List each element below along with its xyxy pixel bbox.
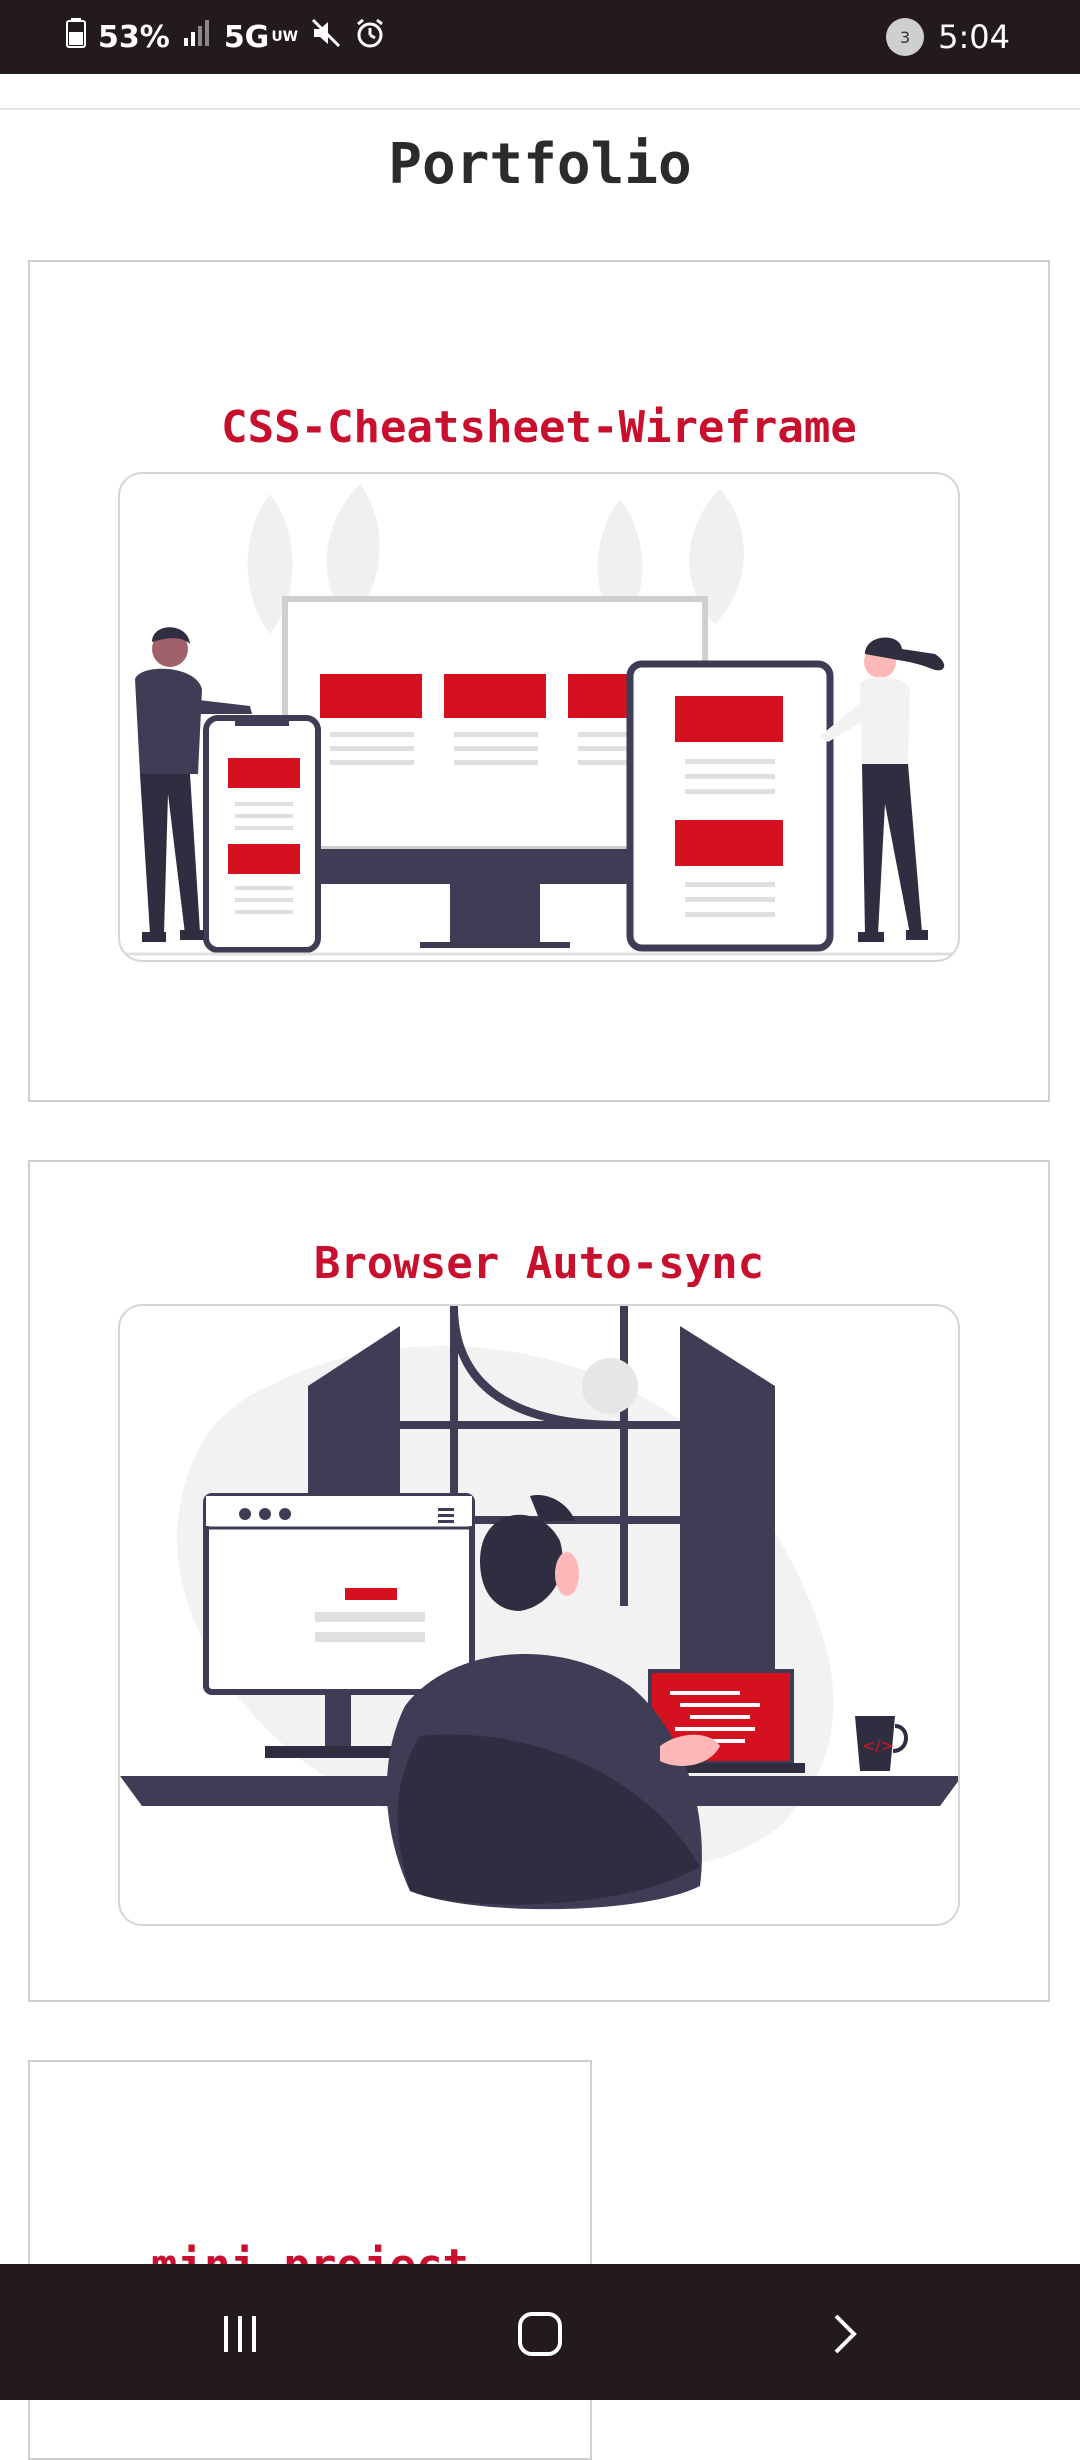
project-image[interactable]: </> [118,1304,960,1926]
header-divider [0,108,1080,110]
project-title[interactable]: CSS-Cheatsheet-Wireframe [30,402,1048,453]
status-bar: 53% 5G UW 3 5:04 [0,0,1080,74]
project-card-css-cheatsheet[interactable]: CSS-Cheatsheet-Wireframe [28,260,1050,1102]
alarm-icon [354,17,386,57]
network-type: 5G [223,19,270,55]
svg-text:</>: </> [862,1736,894,1755]
notification-badge: 3 [886,18,925,56]
battery-level: 53% [98,19,170,55]
home-icon [518,2312,562,2356]
project-image[interactable] [118,472,960,962]
page-title: Portfolio [388,132,692,197]
status-right: 3 5:04 [886,0,1010,74]
clock: 5:04 [938,18,1010,56]
back-icon [834,2314,857,2354]
status-left: 53% 5G UW [66,0,386,74]
navigation-bar [0,2264,1080,2400]
home-button[interactable] [500,2294,580,2374]
back-button[interactable] [804,2294,884,2374]
recents-button[interactable] [200,2294,280,2374]
project-card-browser-autosync[interactable]: Browser Auto-sync </> [28,1160,1050,2002]
battery-icon [66,18,86,56]
signal-icon [182,18,212,56]
recents-icon [224,2316,256,2352]
mute-icon [310,17,342,57]
network-sub: UW [271,29,299,45]
project-card-mini-project[interactable]: mini-project [28,2060,592,2460]
project-title[interactable]: Browser Auto-sync [30,1238,1048,1289]
